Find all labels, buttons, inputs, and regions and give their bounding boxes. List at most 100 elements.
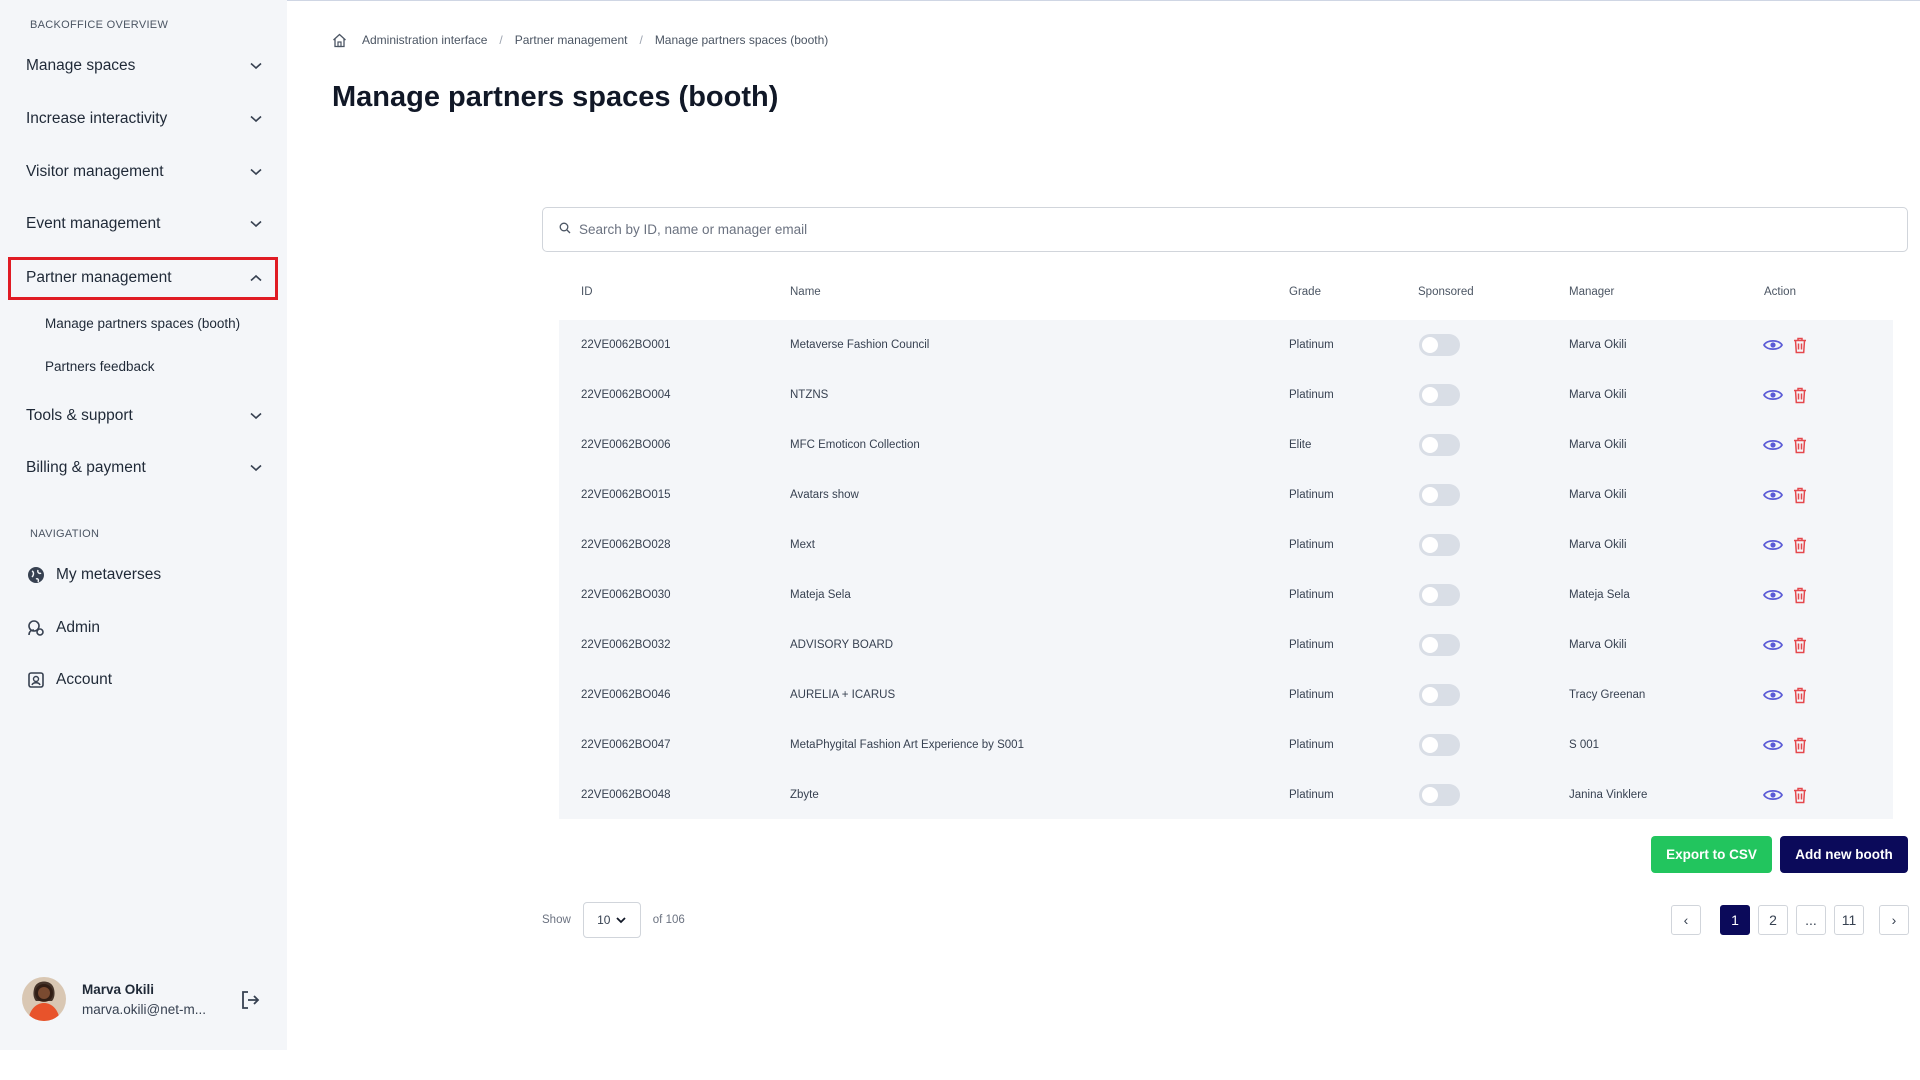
export-csv-button[interactable]: Export to CSV <box>1651 836 1772 873</box>
table-header: ID Name Grade Sponsored Manager Action <box>559 286 1893 302</box>
user-name: Marva Okili <box>82 981 155 997</box>
sidebar-item-label: Increase interactivity <box>26 110 168 127</box>
sponsored-toggle[interactable] <box>1419 584 1460 606</box>
nav-label: Admin <box>56 619 100 636</box>
view-icon[interactable] <box>1763 335 1783 355</box>
user-profile: Marva Okili marva.okili@net-m... <box>22 976 272 1022</box>
show-label: Show <box>542 914 571 926</box>
view-icon[interactable] <box>1763 485 1783 505</box>
add-new-booth-button[interactable]: Add new booth <box>1780 836 1908 873</box>
delete-icon[interactable] <box>1790 635 1810 655</box>
nav-label: Account <box>56 671 113 688</box>
page-size-value: 10 <box>597 913 611 927</box>
sidebar-item-increase-interactivity[interactable]: Increase interactivity <box>26 107 266 131</box>
page-size-control: Show 10 of 106 <box>542 902 685 938</box>
view-icon[interactable] <box>1763 385 1783 405</box>
cell-name: Avatars show <box>790 489 859 501</box>
breadcrumb-link[interactable]: Partner management <box>515 33 628 47</box>
delete-icon[interactable] <box>1790 585 1810 605</box>
sponsored-toggle[interactable] <box>1419 684 1460 706</box>
admin-icon <box>26 618 46 638</box>
view-icon[interactable] <box>1763 685 1783 705</box>
page-button-11[interactable]: 11 <box>1834 905 1864 935</box>
delete-icon[interactable] <box>1790 785 1810 805</box>
nav-admin[interactable]: Admin <box>26 618 100 638</box>
sponsored-toggle[interactable] <box>1419 634 1460 656</box>
search-input[interactable] <box>579 222 1879 237</box>
cell-id: 22VE0062BO004 <box>581 389 671 401</box>
table-body: 22VE0062BO001 Metaverse Fashion Council … <box>559 320 1893 819</box>
cell-manager: Mateja Sela <box>1569 589 1630 601</box>
breadcrumb-separator: / <box>499 33 503 47</box>
sidebar-item-tools-support[interactable]: Tools & support <box>26 404 266 428</box>
column-header-action: Action <box>1764 286 1796 298</box>
sponsored-toggle[interactable] <box>1419 434 1460 456</box>
cell-id: 22VE0062BO030 <box>581 589 671 601</box>
sidebar-item-event-management[interactable]: Event management <box>26 212 266 236</box>
sponsored-toggle[interactable] <box>1419 484 1460 506</box>
sidebar-item-billing-payment[interactable]: Billing & payment <box>26 456 266 480</box>
delete-icon[interactable] <box>1790 535 1810 555</box>
nav-my-metaverses[interactable]: My metaverses <box>26 565 161 585</box>
page-size-select[interactable]: 10 <box>582 902 641 938</box>
chevron-down-icon <box>248 164 264 180</box>
total-count-label: of 106 <box>652 914 685 926</box>
home-icon[interactable] <box>332 32 348 48</box>
search-icon <box>559 221 571 239</box>
sidebar-subitem-manage-partners-spaces[interactable]: Manage partners spaces (booth) <box>45 316 240 331</box>
avatar[interactable] <box>22 977 66 1021</box>
chevron-up-icon <box>248 270 264 286</box>
view-icon[interactable] <box>1763 585 1783 605</box>
cell-name: MFC Emoticon Collection <box>790 439 920 451</box>
view-icon[interactable] <box>1763 435 1783 455</box>
cell-id: 22VE0062BO032 <box>581 639 671 651</box>
view-icon[interactable] <box>1763 635 1783 655</box>
chevron-down-icon <box>616 913 627 927</box>
page-button-2[interactable]: 2 <box>1758 905 1788 935</box>
sidebar-item-visitor-management[interactable]: Visitor management <box>26 160 266 184</box>
sidebar: BACKOFFICE OVERVIEW Manage spaces Increa… <box>0 0 287 1050</box>
sponsored-toggle[interactable] <box>1419 734 1460 756</box>
sidebar-item-manage-spaces[interactable]: Manage spaces <box>26 54 266 78</box>
sidebar-item-partner-management[interactable]: Partner management <box>26 266 266 290</box>
page-title: Manage partners spaces (booth) <box>332 81 779 113</box>
sidebar-item-label: Event management <box>26 215 161 232</box>
column-header-id: ID <box>581 286 593 298</box>
delete-icon[interactable] <box>1790 335 1810 355</box>
sponsored-toggle[interactable] <box>1419 384 1460 406</box>
sponsored-toggle[interactable] <box>1419 334 1460 356</box>
delete-icon[interactable] <box>1790 485 1810 505</box>
cell-id: 22VE0062BO046 <box>581 689 671 701</box>
page-button-1[interactable]: 1 <box>1720 905 1750 935</box>
sponsored-toggle[interactable] <box>1419 534 1460 556</box>
view-icon[interactable] <box>1763 535 1783 555</box>
page-ellipsis: ... <box>1796 905 1826 935</box>
sidebar-item-label: Tools & support <box>26 407 133 424</box>
cell-manager: Marva Okili <box>1569 539 1627 551</box>
globe-icon <box>26 565 46 585</box>
cell-manager: Marva Okili <box>1569 389 1627 401</box>
view-icon[interactable] <box>1763 785 1783 805</box>
cell-manager: Marva Okili <box>1569 439 1627 451</box>
cell-manager: Marva Okili <box>1569 339 1627 351</box>
search-bar <box>542 207 1908 252</box>
breadcrumb-link[interactable]: Administration interface <box>362 33 487 47</box>
cell-grade: Elite <box>1289 439 1312 451</box>
top-border <box>0 0 1920 1</box>
delete-icon[interactable] <box>1790 385 1810 405</box>
prev-page-button[interactable]: ‹ <box>1671 905 1701 935</box>
next-page-button[interactable]: › <box>1879 905 1909 935</box>
delete-icon[interactable] <box>1790 685 1810 705</box>
sponsored-toggle[interactable] <box>1419 784 1460 806</box>
view-icon[interactable] <box>1763 735 1783 755</box>
delete-icon[interactable] <box>1790 435 1810 455</box>
logout-icon[interactable] <box>238 988 262 1012</box>
table-row: 22VE0062BO028 Mext Platinum Marva Okili <box>559 520 1893 570</box>
table-row: 22VE0062BO015 Avatars show Platinum Marv… <box>559 470 1893 520</box>
nav-account[interactable]: Account <box>26 670 112 690</box>
section-backoffice-overview: BACKOFFICE OVERVIEW <box>30 19 169 31</box>
chevron-down-icon <box>248 111 264 127</box>
cell-grade: Platinum <box>1289 539 1334 551</box>
delete-icon[interactable] <box>1790 735 1810 755</box>
sidebar-subitem-partners-feedback[interactable]: Partners feedback <box>45 359 155 374</box>
